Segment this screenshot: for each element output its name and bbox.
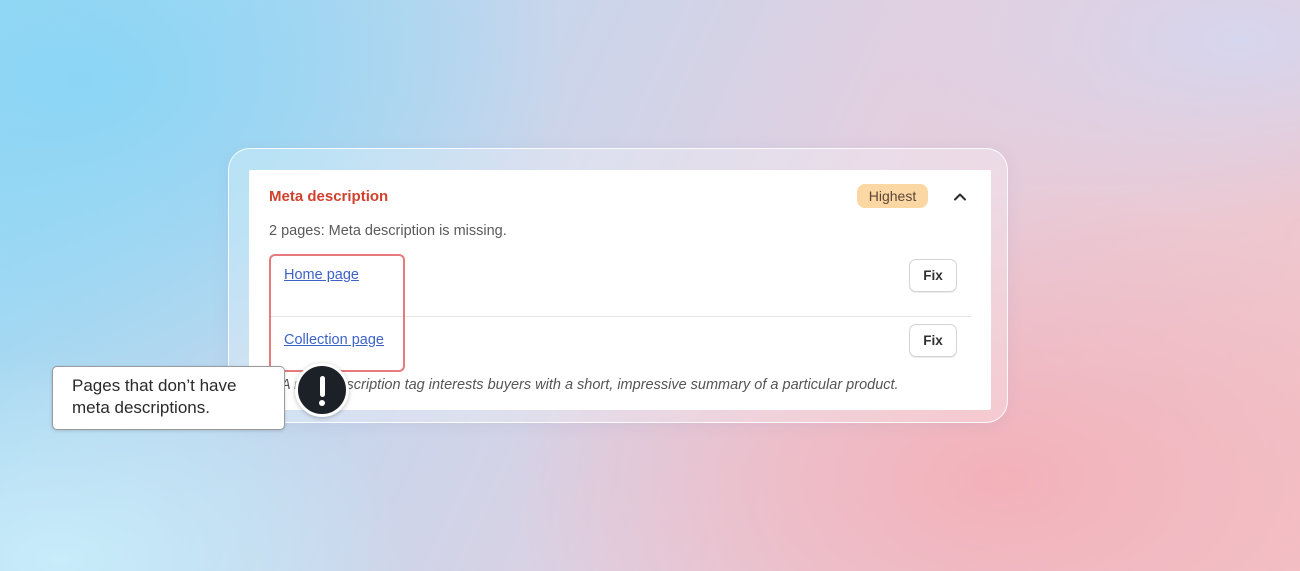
chevron-up-icon[interactable] xyxy=(951,188,969,206)
issue-summary: 2 pages: Meta description is missing. xyxy=(269,223,507,239)
highlight-box xyxy=(269,254,405,372)
callout-tooltip: Pages that don’t have meta descriptions. xyxy=(52,366,285,430)
description-footnote: A meta description tag interests buyers … xyxy=(281,377,899,393)
card-title: Meta description xyxy=(269,188,389,205)
fix-button[interactable]: Fix xyxy=(909,324,957,357)
fix-button[interactable]: Fix xyxy=(909,259,957,292)
exclamation-icon xyxy=(295,363,349,417)
priority-badge: Highest xyxy=(857,184,928,208)
